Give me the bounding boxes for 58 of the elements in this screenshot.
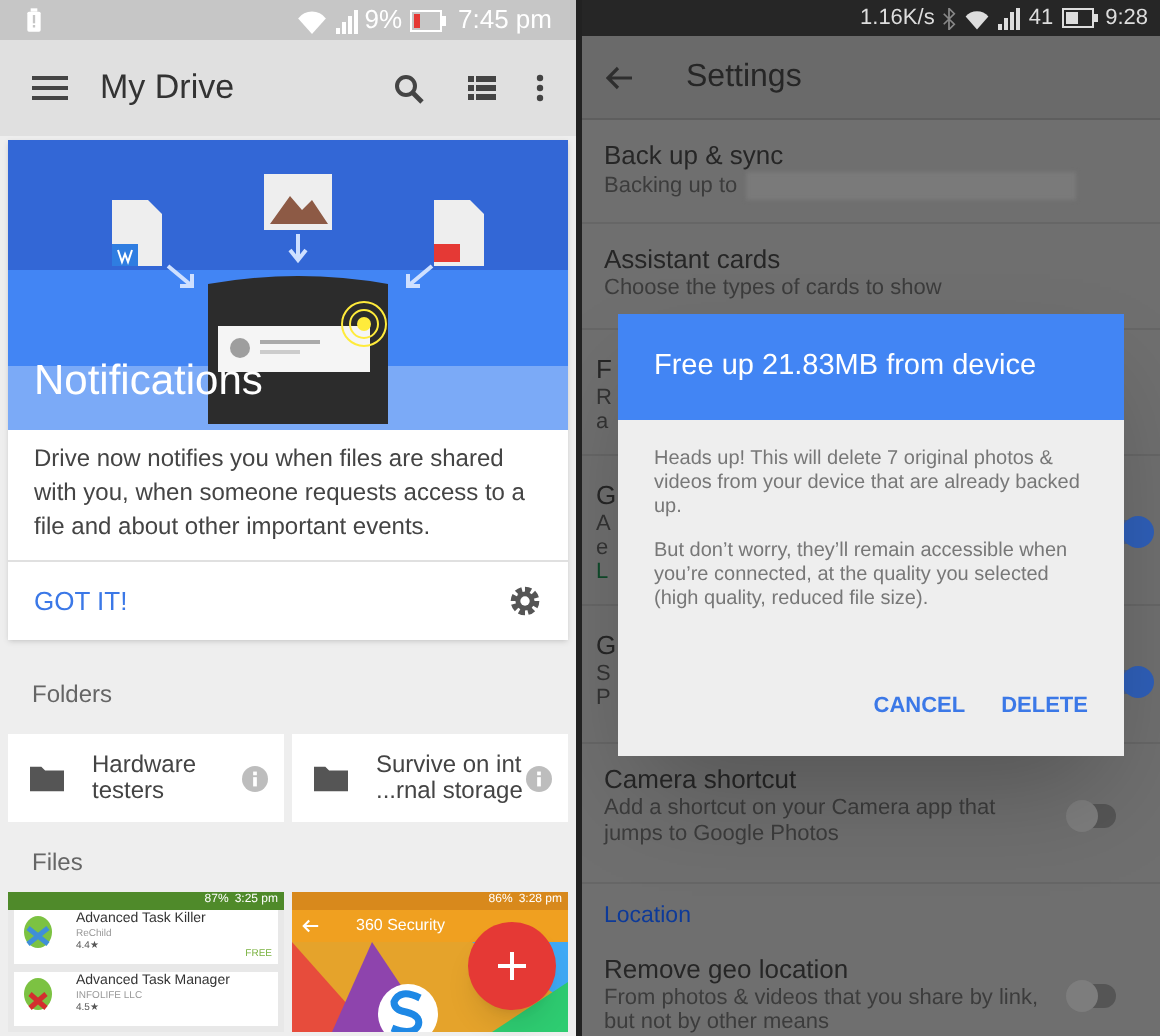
battery-icon	[1061, 8, 1098, 28]
setting-title: F	[596, 354, 612, 386]
dialog-message: Heads up! This will delete 7 original photos & videos from your device that are already backed up.	[654, 448, 1082, 520]
battery-percent: 9%	[364, 2, 403, 39]
setting-title: Back up & sync	[604, 140, 784, 172]
setting-description: e	[596, 536, 609, 560]
section-heading: Files	[32, 848, 83, 876]
settings-icon[interactable]	[508, 584, 542, 618]
setting-title: Assistant cards	[604, 244, 781, 276]
got-it-button[interactable]: GOT IT!	[34, 581, 128, 621]
folder-icon	[30, 764, 64, 792]
more-options-icon[interactable]	[536, 74, 544, 102]
plus-icon	[498, 952, 526, 980]
folder-name: ...rnal storage	[376, 778, 525, 804]
dialog-title: Free up 21.83MB from device	[654, 347, 1037, 386]
back-arrow-icon[interactable]	[606, 65, 634, 89]
card-message: Drive now notifies you when files are shared with you, when someone requests access to a file and about other important events.	[32, 442, 527, 544]
folder-card[interactable]: Survive on int ...rnal storage	[292, 734, 568, 822]
section-heading: Folders	[32, 680, 113, 708]
folder-name: Hardware	[92, 752, 199, 778]
section-heading: Location	[604, 902, 691, 932]
setting-description: R	[596, 386, 612, 410]
dialog-button[interactable]: DELETE	[1001, 689, 1088, 722]
folder-icon	[314, 764, 348, 792]
setting-description: S	[596, 662, 611, 686]
toggle-switch[interactable]	[1072, 984, 1116, 1008]
battery-alert-icon	[24, 6, 44, 34]
setting-description: a	[596, 410, 609, 434]
clock: 9:28	[1105, 3, 1148, 34]
battery-low-icon	[410, 9, 447, 31]
setting-description: A	[596, 512, 611, 536]
toolbar-title: My Drive	[100, 66, 237, 111]
toggle-switch[interactable]	[1072, 804, 1116, 828]
android-icon	[20, 912, 56, 948]
battery-percent: 41	[1028, 3, 1054, 34]
setting-title: G	[596, 630, 617, 662]
folder-name: testers	[92, 778, 167, 804]
folder-name: Survive on int	[376, 752, 524, 778]
toolbar-title: Settings	[686, 57, 802, 97]
signal-icon	[998, 7, 1021, 29]
menu-icon[interactable]	[32, 76, 68, 100]
bluetooth-icon	[942, 7, 957, 29]
clock: 7:45 pm	[458, 2, 552, 39]
folder-card[interactable]: Hardware testers	[8, 734, 284, 822]
network-speed: 1.16K/s	[860, 3, 935, 34]
signal-icon	[336, 7, 359, 33]
wifi-icon	[296, 7, 329, 33]
setting-title: G	[596, 480, 617, 512]
dialog-button[interactable]: CANCEL	[873, 689, 966, 722]
dialog-message: But don’t worry, they’ll remain accessible when you’re connected, at the quality you selected (high quality, reduced file size).	[654, 540, 1070, 612]
list-view-icon[interactable]	[468, 76, 496, 100]
setting-title: Camera shortcut	[604, 764, 797, 796]
setting-title: Remove geo location	[604, 954, 849, 986]
android-icon	[20, 974, 56, 1010]
setting-description: P	[596, 686, 611, 710]
wifi-icon	[964, 7, 991, 29]
search-icon[interactable]	[394, 73, 424, 103]
app-title: 360 Security	[356, 914, 445, 938]
